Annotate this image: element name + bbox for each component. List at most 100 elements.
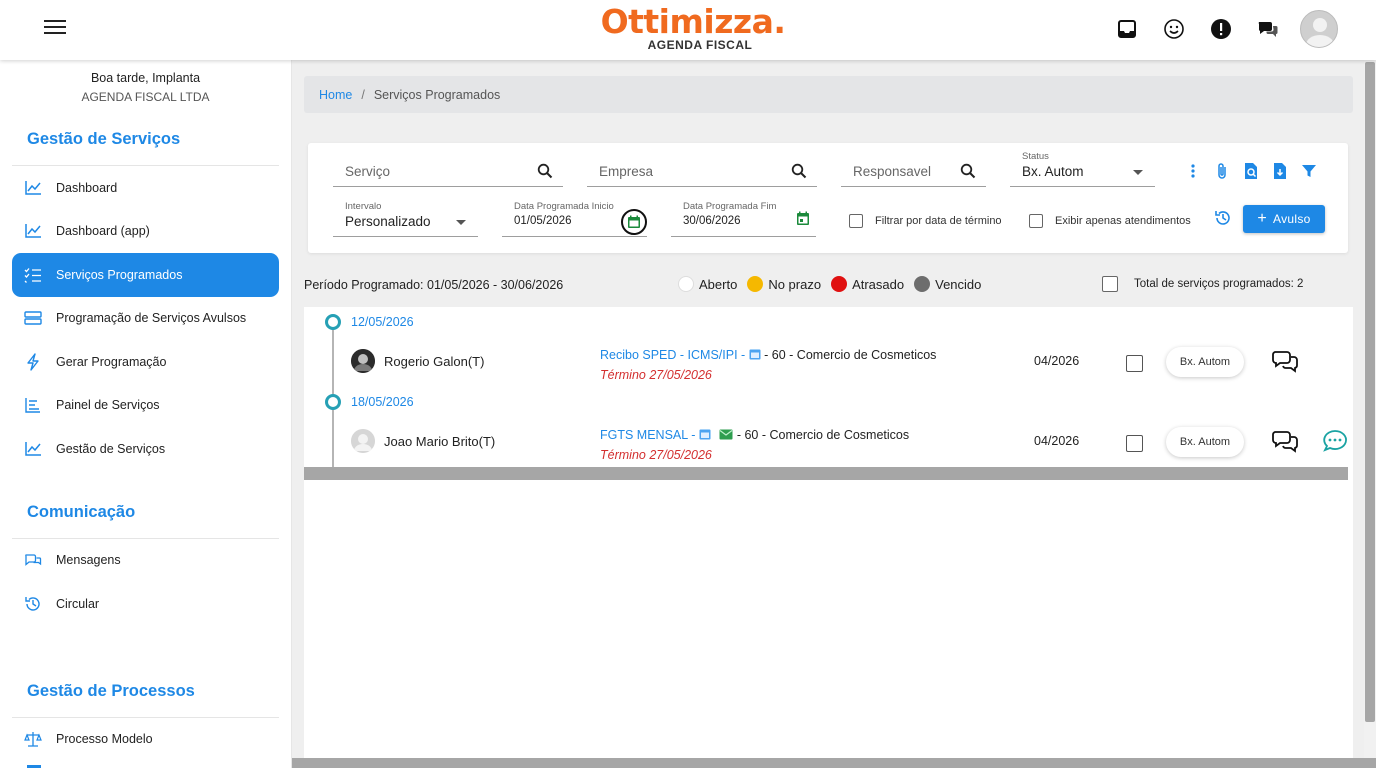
checklist-icon: [24, 266, 42, 284]
service-link[interactable]: Recibo SPED - ICMS/IPI: [600, 348, 738, 362]
termino-date: Término 27/05/2026: [600, 448, 712, 462]
service-info: Recibo SPED - ICMS/IPI - - 60 - Comercio…: [600, 348, 936, 382]
periodo-programado: Período Programado: 01/05/2026 - 30/06/2…: [304, 278, 564, 292]
row-checkbox[interactable]: [1126, 355, 1143, 372]
sidebar-item-painel-servicos[interactable]: Painel de Serviços: [12, 384, 279, 428]
filter-icon[interactable]: [1301, 163, 1317, 184]
scale-icon: [24, 730, 42, 748]
chat-icon: [24, 551, 42, 569]
avulso-label: Avulso: [1273, 212, 1311, 226]
sidebar-item-label: Mensagens: [56, 553, 121, 568]
exibir-atendimentos-checkbox[interactable]: Exibir apenas atendimentos: [1029, 214, 1191, 228]
timeline-dot: [325, 314, 341, 330]
legend-dot-atrasado: [831, 276, 848, 292]
scrollbar-thumb[interactable]: [1365, 62, 1375, 722]
sidebar-item-label: Programação de Serviços Avulsos: [56, 311, 247, 326]
status-chip[interactable]: Bx. Autom: [1166, 427, 1244, 457]
more-vert-icon[interactable]: [1186, 163, 1200, 184]
servico-search-field[interactable]: Serviço: [333, 155, 563, 187]
responsavel-search-field[interactable]: Responsavel: [841, 155, 986, 187]
history-icon[interactable]: [1214, 209, 1232, 232]
breadcrumb-home-link[interactable]: Home: [319, 88, 352, 102]
responsavel-name: Joao Mario Brito(T): [384, 434, 496, 449]
doc-download-icon[interactable]: [1272, 162, 1288, 185]
vertical-scrollbar[interactable]: [1364, 60, 1376, 768]
sidebar-item-mensagens[interactable]: Mensagens: [12, 539, 279, 583]
service-company: - 60 - Comercio de Cosmeticos: [764, 348, 937, 362]
smiley-icon[interactable]: [1162, 17, 1186, 41]
sidebar-item-label: Gerar Programação: [56, 354, 167, 369]
sidebar: Boa tarde, Implanta AGENDA FISCAL LTDA G…: [0, 60, 292, 768]
comments-icon[interactable]: [1272, 349, 1300, 373]
inicio-label: Data Programada Inicio: [514, 201, 614, 212]
avatar: [351, 429, 375, 453]
inbox-icon[interactable]: [1115, 17, 1139, 41]
legend-dot-no-prazo: [747, 276, 764, 292]
calendar-icon[interactable]: [796, 211, 810, 231]
status-label: Status: [1022, 151, 1049, 162]
chevron-down-icon: [456, 220, 466, 225]
search-icon[interactable]: [960, 163, 976, 179]
sidebar-item-label: Dashboard: [56, 180, 118, 195]
filtrar-termino-checkbox[interactable]: Filtrar por data de término: [849, 214, 1002, 228]
app-logo[interactable]: Ottimizza. AGENDA FISCAL: [598, 2, 788, 52]
line-chart-icon: [24, 222, 42, 240]
sidebar-item-processo-modelo[interactable]: Processo Modelo: [12, 718, 279, 762]
sidebar-item-label: Processo Modelo: [56, 732, 153, 747]
calendar-icon: [699, 428, 711, 443]
greeting: Boa tarde, Implanta: [90, 71, 201, 85]
service-link[interactable]: FGTS MENSAL: [600, 428, 688, 442]
sidebar-item-dashboard[interactable]: Dashboard: [12, 166, 279, 210]
brand-name: Ottimizza.: [600, 2, 786, 41]
comments-icon[interactable]: [1272, 429, 1300, 453]
breadcrumb-current: Serviços Programados: [373, 87, 501, 102]
sidebar-item-gestao-servicos[interactable]: Gestão de Serviços: [12, 427, 279, 471]
sidebar-item-servicos-programados[interactable]: Serviços Programados: [12, 253, 279, 297]
checkbox[interactable]: [1029, 214, 1043, 228]
bottom-scrollbar[interactable]: [292, 758, 1376, 768]
bolt-icon: [24, 353, 42, 371]
attachment-icon[interactable]: [1214, 162, 1230, 185]
fim-value: 30/06/2026: [683, 215, 741, 227]
sidebar-item-circular[interactable]: Circular: [12, 582, 279, 626]
intervalo-value: Personalizado: [345, 214, 431, 229]
sidebar-item-programacao-avulsos[interactable]: Programação de Serviços Avulsos: [12, 297, 279, 341]
filtrar-termino-label: Filtrar por data de término: [875, 215, 1002, 227]
main-content: Home / Serviços Programados Serviço Empr…: [292, 60, 1376, 768]
alert-icon[interactable]: [1209, 17, 1233, 41]
data-inicio-field[interactable]: Data Programada Inicio 01/05/2026: [502, 199, 647, 237]
row-checkbox[interactable]: [1126, 435, 1143, 452]
empresa-search-field[interactable]: Empresa: [587, 155, 817, 187]
section-title-gestao-servicos: Gestão de Serviços: [27, 130, 181, 148]
breadcrumb-separator: /: [361, 87, 365, 102]
select-all-checkbox[interactable]: [1102, 276, 1118, 292]
sidebar-item-gerar-programacao[interactable]: Gerar Programação: [12, 340, 279, 384]
message-icon[interactable]: [1322, 429, 1348, 453]
user-avatar[interactable]: [1300, 10, 1338, 48]
search-icon[interactable]: [791, 163, 807, 179]
doc-search-icon[interactable]: [1243, 162, 1259, 185]
sidebar-item-dashboard-app[interactable]: Dashboard (app): [12, 210, 279, 254]
status-select[interactable]: Status Bx. Autom: [1010, 149, 1155, 187]
services-timeline: 12/05/2026 Rogerio Galon(T) Recibo SPED …: [304, 307, 1353, 768]
legend-label: No prazo: [768, 276, 822, 292]
horizontal-scrollbar[interactable]: [304, 467, 1348, 480]
hamburger-menu-icon[interactable]: [44, 20, 66, 38]
top-bar: Ottimizza. AGENDA FISCAL: [0, 0, 1376, 60]
checkbox[interactable]: [849, 214, 863, 228]
intervalo-select[interactable]: Intervalo Personalizado: [333, 199, 478, 237]
chat-icon[interactable]: [1256, 17, 1280, 41]
filter-panel: Serviço Empresa Responsavel Status Bx. A…: [308, 143, 1348, 253]
status-chip[interactable]: Bx. Autom: [1166, 347, 1244, 377]
dash-separator: -: [691, 428, 699, 442]
sidebar-item-label: Serviços Programados: [56, 267, 183, 282]
legend-label: Atrasado: [852, 276, 905, 292]
history-icon: [24, 595, 42, 613]
competencia: 04/2026: [1034, 354, 1080, 368]
calendar-icon[interactable]: [621, 209, 647, 235]
data-fim-field[interactable]: Data Programada Fim 30/06/2026: [671, 199, 816, 237]
search-icon[interactable]: [537, 163, 553, 179]
timeline-date: 12/05/2026: [351, 315, 414, 329]
status-legend: Aberto No prazo Atrasado Vencido: [678, 276, 981, 292]
add-avulso-button[interactable]: + Avulso: [1243, 205, 1325, 233]
